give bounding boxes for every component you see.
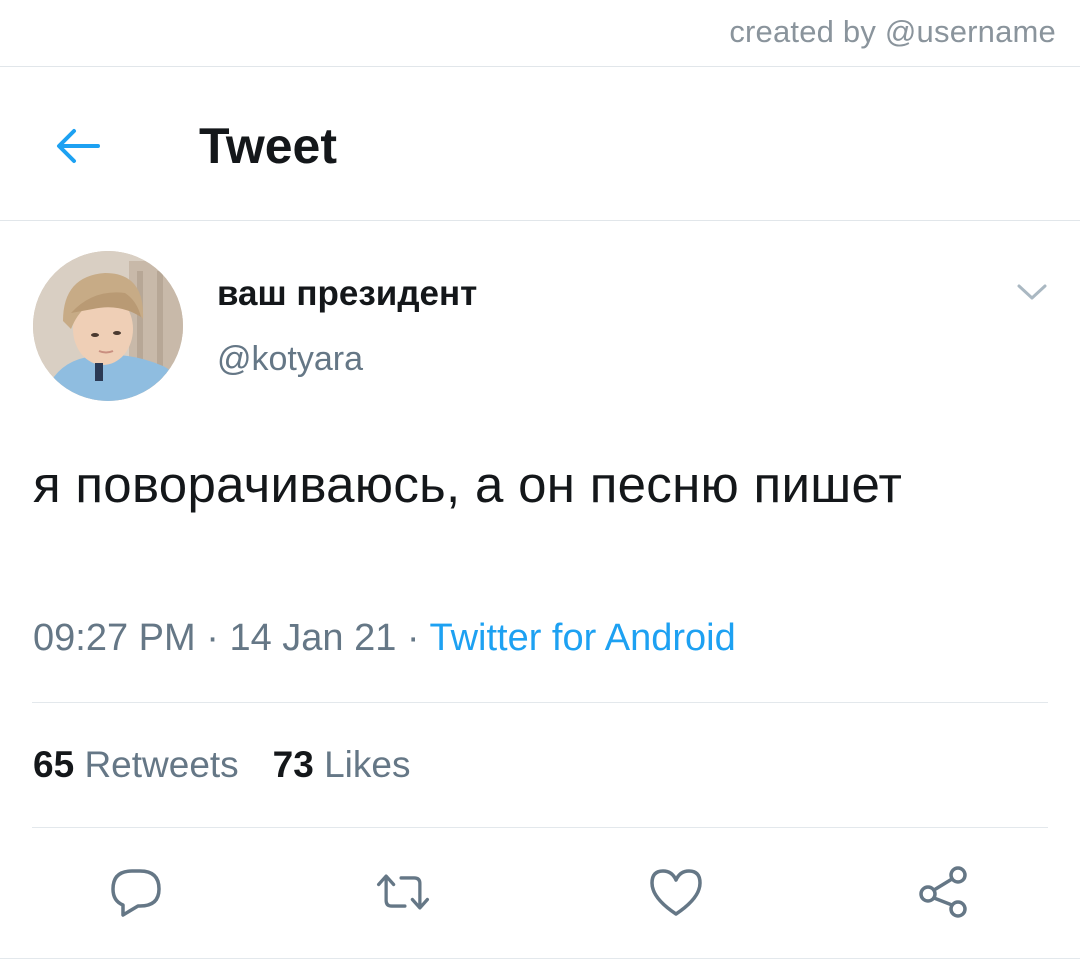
stats-divider <box>32 827 1048 828</box>
reply-icon <box>111 869 161 917</box>
meta-separator: · <box>406 617 420 659</box>
back-button[interactable] <box>50 120 106 172</box>
display-name[interactable]: ваш президент <box>217 274 477 314</box>
tweet-time: 09:27 PM <box>33 617 196 659</box>
like-button[interactable] <box>646 864 706 920</box>
retweet-icon <box>376 874 430 910</box>
top-divider <box>0 66 1080 67</box>
tweet-meta: 09:27 PM · 14 Jan 21 · Twitter for Andro… <box>33 617 736 660</box>
likes-stat[interactable]: 73 Likes <box>273 744 411 785</box>
user-handle[interactable]: @kotyara <box>217 340 363 379</box>
tweet-detail-screen: created by @username Tweet ваш президент… <box>0 0 1080 976</box>
avatar-image <box>33 251 183 401</box>
credit-text: created by @username <box>729 14 1056 49</box>
page-title: Tweet <box>199 118 337 174</box>
retweet-button[interactable] <box>373 864 433 920</box>
share-icon <box>919 866 967 918</box>
retweets-label: Retweets <box>84 744 239 785</box>
chevron-down-icon <box>1017 284 1047 300</box>
likes-label: Likes <box>324 744 411 785</box>
retweets-count: 65 <box>33 744 75 785</box>
header-divider <box>0 220 1080 221</box>
tweet-stats: 65 Retweets 73 Likes <box>33 744 411 786</box>
meta-separator: · <box>206 617 219 659</box>
arrow-left-icon <box>57 129 100 163</box>
retweets-stat[interactable]: 65 Retweets <box>33 744 239 785</box>
avatar[interactable] <box>33 251 183 401</box>
reply-button[interactable] <box>106 864 166 920</box>
bottom-divider <box>0 958 1080 959</box>
heart-icon <box>650 869 702 916</box>
tweet-source-link[interactable]: Twitter for Android <box>429 617 735 659</box>
tweet-date: 14 Jan 21 <box>229 617 397 659</box>
likes-count: 73 <box>272 744 314 785</box>
meta-divider <box>32 702 1048 703</box>
more-options-button[interactable] <box>1012 276 1052 308</box>
share-button[interactable] <box>914 864 974 920</box>
tweet-text: я поворачиваюсь, а он песню пишет <box>33 456 903 513</box>
